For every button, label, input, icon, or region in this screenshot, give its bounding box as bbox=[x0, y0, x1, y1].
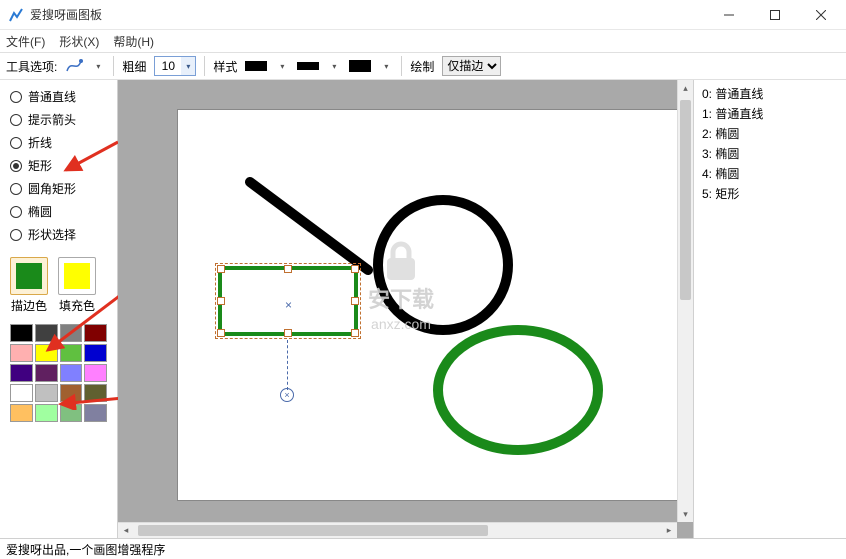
style-thick[interactable] bbox=[349, 60, 371, 72]
shape-option-label: 矩形 bbox=[28, 157, 52, 174]
palette-color[interactable] bbox=[10, 384, 33, 402]
palette-color[interactable] bbox=[35, 324, 58, 342]
watermark: 安下载 anxz.com bbox=[368, 240, 434, 336]
fill-color[interactable]: 填充色 bbox=[58, 257, 96, 314]
palette-color[interactable] bbox=[84, 364, 107, 382]
color-palette bbox=[4, 318, 113, 422]
palette-color[interactable] bbox=[35, 364, 58, 382]
status-bar: 爱搜呀出品,一个画图增强程序 bbox=[0, 538, 846, 559]
shape-option-3[interactable]: 矩形 bbox=[10, 157, 107, 174]
shape-option-label: 形状选择 bbox=[28, 226, 76, 243]
palette-color[interactable] bbox=[60, 324, 83, 342]
palette-color[interactable] bbox=[10, 324, 33, 342]
style-label: 样式 bbox=[213, 58, 237, 75]
palette-color[interactable] bbox=[84, 344, 107, 362]
palette-color[interactable] bbox=[35, 384, 58, 402]
title-bar: 爱搜呀画图板 bbox=[0, 0, 846, 30]
scrollbar-thumb[interactable] bbox=[138, 525, 488, 536]
chevron-down-icon[interactable]: ▾ bbox=[181, 57, 195, 75]
palette-color[interactable] bbox=[84, 404, 107, 422]
window-title: 爱搜呀画图板 bbox=[30, 6, 706, 23]
menu-bar: 文件(F) 形状(X) 帮助(H) bbox=[0, 30, 846, 52]
palette-color[interactable] bbox=[84, 324, 107, 342]
shape-ellipse-4[interactable] bbox=[428, 320, 608, 460]
list-item[interactable]: 3: 椭圆 bbox=[702, 144, 838, 164]
canvas-area[interactable]: × × 安下载 anxz.com ▴ ▾ ◂ ▸ bbox=[118, 80, 694, 538]
curve-icon[interactable] bbox=[65, 57, 83, 75]
vertical-scrollbar[interactable]: ▴ ▾ bbox=[677, 80, 693, 522]
list-item[interactable]: 1: 普通直线 bbox=[702, 104, 838, 124]
menu-help[interactable]: 帮助(H) bbox=[113, 33, 154, 50]
scrollbar-thumb[interactable] bbox=[680, 100, 691, 300]
curve-dropdown-icon[interactable]: ▾ bbox=[91, 57, 105, 75]
object-list: 0: 普通直线1: 普通直线2: 椭圆3: 椭圆4: 椭圆5: 矩形 bbox=[694, 80, 846, 538]
palette-color[interactable] bbox=[60, 344, 83, 362]
palette-color[interactable] bbox=[60, 404, 83, 422]
horizontal-scrollbar[interactable]: ◂ ▸ bbox=[118, 522, 677, 538]
style-thin[interactable] bbox=[245, 61, 267, 71]
radio-icon bbox=[10, 183, 22, 195]
shape-option-0[interactable]: 普通直线 bbox=[10, 88, 107, 105]
radio-icon bbox=[10, 91, 22, 103]
rotate-handle-line bbox=[287, 340, 288, 390]
shape-option-2[interactable]: 折线 bbox=[10, 134, 107, 151]
thickness-input[interactable] bbox=[155, 59, 181, 73]
palette-color[interactable] bbox=[10, 344, 33, 362]
list-item[interactable]: 4: 椭圆 bbox=[702, 164, 838, 184]
stroke-color[interactable]: 描边色 bbox=[10, 257, 48, 314]
shape-option-1[interactable]: 提示箭头 bbox=[10, 111, 107, 128]
draw-label: 绘制 bbox=[410, 58, 434, 75]
menu-file[interactable]: 文件(F) bbox=[6, 33, 45, 50]
shape-option-6[interactable]: 形状选择 bbox=[10, 226, 107, 243]
radio-icon bbox=[10, 229, 22, 241]
menu-shape[interactable]: 形状(X) bbox=[59, 33, 99, 50]
palette-color[interactable] bbox=[35, 344, 58, 362]
palette-color[interactable] bbox=[35, 404, 58, 422]
shape-option-5[interactable]: 椭圆 bbox=[10, 203, 107, 220]
left-panel: 普通直线提示箭头折线矩形圆角矩形椭圆形状选择 描边色 填充色 bbox=[0, 80, 118, 538]
list-item[interactable]: 5: 矩形 bbox=[702, 184, 838, 204]
palette-color[interactable] bbox=[10, 364, 33, 382]
shape-option-label: 普通直线 bbox=[28, 88, 76, 105]
radio-icon bbox=[10, 206, 22, 218]
rotate-handle[interactable]: × bbox=[280, 388, 294, 402]
thickness-label: 粗细 bbox=[122, 58, 146, 75]
shape-option-label: 提示箭头 bbox=[28, 111, 76, 128]
style-med[interactable] bbox=[297, 62, 319, 70]
list-item[interactable]: 2: 椭圆 bbox=[702, 124, 838, 144]
shape-line-0[interactable] bbox=[238, 170, 378, 280]
shape-option-4[interactable]: 圆角矩形 bbox=[10, 180, 107, 197]
radio-icon bbox=[10, 160, 22, 172]
status-text: 爱搜呀出品,一个画图增强程序 bbox=[6, 541, 165, 558]
radio-icon bbox=[10, 137, 22, 149]
minimize-button[interactable] bbox=[706, 0, 752, 30]
tool-options-label: 工具选项: bbox=[6, 58, 57, 75]
shape-option-label: 圆角矩形 bbox=[28, 180, 76, 197]
thickness-spinner[interactable]: ▾ bbox=[154, 56, 196, 76]
shape-option-label: 折线 bbox=[28, 134, 52, 151]
canvas-paper[interactable]: × × 安下载 anxz.com bbox=[178, 110, 694, 500]
shape-rect-5-selected[interactable]: × bbox=[218, 266, 358, 336]
toolbar: 工具选项: ▾ 粗细 ▾ 样式 ▾ ▾ ▾ 绘制 仅描边 bbox=[0, 52, 846, 80]
app-icon bbox=[8, 7, 24, 23]
close-button[interactable] bbox=[798, 0, 844, 30]
draw-mode-select[interactable]: 仅描边 bbox=[442, 56, 501, 76]
palette-color[interactable] bbox=[60, 364, 83, 382]
maximize-button[interactable] bbox=[752, 0, 798, 30]
shape-list: 普通直线提示箭头折线矩形圆角矩形椭圆形状选择 bbox=[4, 86, 113, 253]
main-area: 普通直线提示箭头折线矩形圆角矩形椭圆形状选择 描边色 填充色 bbox=[0, 80, 846, 538]
list-item[interactable]: 0: 普通直线 bbox=[702, 84, 838, 104]
palette-color[interactable] bbox=[84, 384, 107, 402]
radio-icon bbox=[10, 114, 22, 126]
palette-color[interactable] bbox=[60, 384, 83, 402]
shape-option-label: 椭圆 bbox=[28, 203, 52, 220]
color-section: 描边色 填充色 bbox=[4, 253, 113, 318]
palette-color[interactable] bbox=[10, 404, 33, 422]
